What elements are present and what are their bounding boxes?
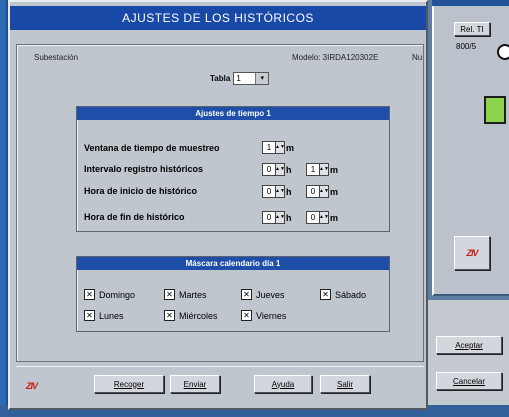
dialog-title-bar: AJUSTES DE LOS HISTÓRICOS [10,6,426,30]
fin-m-value: 0 [310,213,316,222]
inicio-label: Hora de inicio de histórico [84,186,198,196]
intervalo-h-unit: h [286,165,292,175]
spin-arrows-icon[interactable]: ▲▼ [275,142,285,153]
cancelar-button[interactable]: Cancelar [436,372,502,390]
aceptar-button[interactable]: Aceptar [436,336,502,354]
background-window-titlebar [432,0,509,6]
ventana-spinner[interactable]: 1 ▲▼ [262,141,285,154]
side-panel [428,300,509,417]
intervalo-h-spinner[interactable]: 0 ▲▼ [262,163,285,176]
fin-label: Hora de fin de histórico [84,212,185,222]
background-logo-button[interactable]: ZIV [454,236,490,270]
rel-ti-button[interactable]: Rel. TI [454,22,490,36]
checkbox-checked-icon[interactable]: ✕ [320,289,331,300]
calendario-group-title: Máscara calendario día 1 [77,257,389,270]
status-circle [497,44,509,60]
dialog-title: AJUSTES DE LOS HISTÓRICOS [122,11,314,25]
ziv-logo-icon: ZIV [466,248,478,258]
ziv-logo-icon: ZIV [26,381,38,391]
checkbox-label: Martes [179,289,207,300]
tabla-value: 1 [236,73,241,83]
tabla-selector: Tabla 1 ▾ [210,70,270,86]
spin-arrows-icon[interactable]: ▲▼ [319,164,329,175]
checkbox-checked-icon[interactable]: ✕ [164,289,175,300]
checkbox-label: Sábado [335,289,367,300]
nu-label: Nu [412,53,423,62]
intervalo-h-value: 0 [266,165,272,174]
checkbox-viernes[interactable]: ✕ Viernes [241,310,286,321]
checkbox-miercoles[interactable]: ✕ Miércoles [164,310,218,321]
modelo-label: Modelo: 3IRDA120302E [292,53,379,62]
checkbox-martes[interactable]: ✕ Martes [164,289,207,300]
tiempo-group-title: Ajustes de tiempo 1 [77,107,389,120]
checkbox-label: Lunes [99,310,124,321]
fin-h-unit: h [286,213,292,223]
inicio-h-spinner[interactable]: 0 ▲▼ [262,185,285,198]
checkbox-checked-icon[interactable]: ✕ [164,310,175,321]
checkbox-jueves[interactable]: ✕ Jueves [241,289,285,300]
checkbox-domingo[interactable]: ✕ Domingo [84,289,135,300]
spin-arrows-icon[interactable]: ▲▼ [275,164,285,175]
checkbox-label: Miércoles [179,310,218,321]
inicio-h-unit: h [286,187,292,197]
checkbox-label: Jueves [256,289,285,300]
intervalo-m-value: 1 [310,165,316,174]
checkbox-label: Viernes [256,310,287,321]
checkbox-checked-icon[interactable]: ✕ [84,310,95,321]
ratio-label: 800/5 [456,42,477,51]
enviar-button[interactable]: Enviar [170,375,220,393]
chevron-down-icon[interactable]: ▾ [255,72,269,84]
fin-h-value: 0 [266,213,272,222]
intervalo-m-unit: m [330,165,339,175]
spin-arrows-icon[interactable]: ▲▼ [319,212,329,223]
spin-arrows-icon[interactable]: ▲▼ [275,212,285,223]
tabla-label: Tabla [210,73,231,83]
tabla-combo[interactable]: 1 ▾ [233,71,270,85]
ventana-label: Ventana de tiempo de muestreo [84,143,220,153]
intervalo-m-spinner[interactable]: 1 ▲▼ [306,163,329,176]
green-indicator [484,96,506,124]
inicio-m-spinner[interactable]: 0 ▲▼ [306,185,329,198]
spin-arrows-icon[interactable]: ▲▼ [319,186,329,197]
fin-m-unit: m [330,213,339,223]
desktop-edge [0,0,6,417]
ventana-unit: m [286,143,295,153]
inicio-m-unit: m [330,187,339,197]
fin-h-spinner[interactable]: 0 ▲▼ [262,211,285,224]
recoger-button[interactable]: Recoger [94,375,164,393]
checkbox-checked-icon[interactable]: ✕ [241,289,252,300]
spin-arrows-icon[interactable]: ▲▼ [275,186,285,197]
ventana-value: 1 [266,143,272,152]
checkbox-checked-icon[interactable]: ✕ [241,310,252,321]
inicio-m-value: 0 [310,187,316,196]
checkbox-checked-icon[interactable]: ✕ [84,289,95,300]
checkbox-label: Domingo [99,289,136,300]
checkbox-sabado[interactable]: ✕ Sábado [320,289,366,300]
inicio-h-value: 0 [266,187,272,196]
subestacion-label: Subestación [34,53,79,62]
fin-m-spinner[interactable]: 0 ▲▼ [306,211,329,224]
checkbox-lunes[interactable]: ✕ Lunes [84,310,124,321]
salir-button[interactable]: Salir [320,375,370,393]
intervalo-label: Intervalo registro históricos [84,164,204,174]
ayuda-button[interactable]: Ayuda [254,375,312,393]
